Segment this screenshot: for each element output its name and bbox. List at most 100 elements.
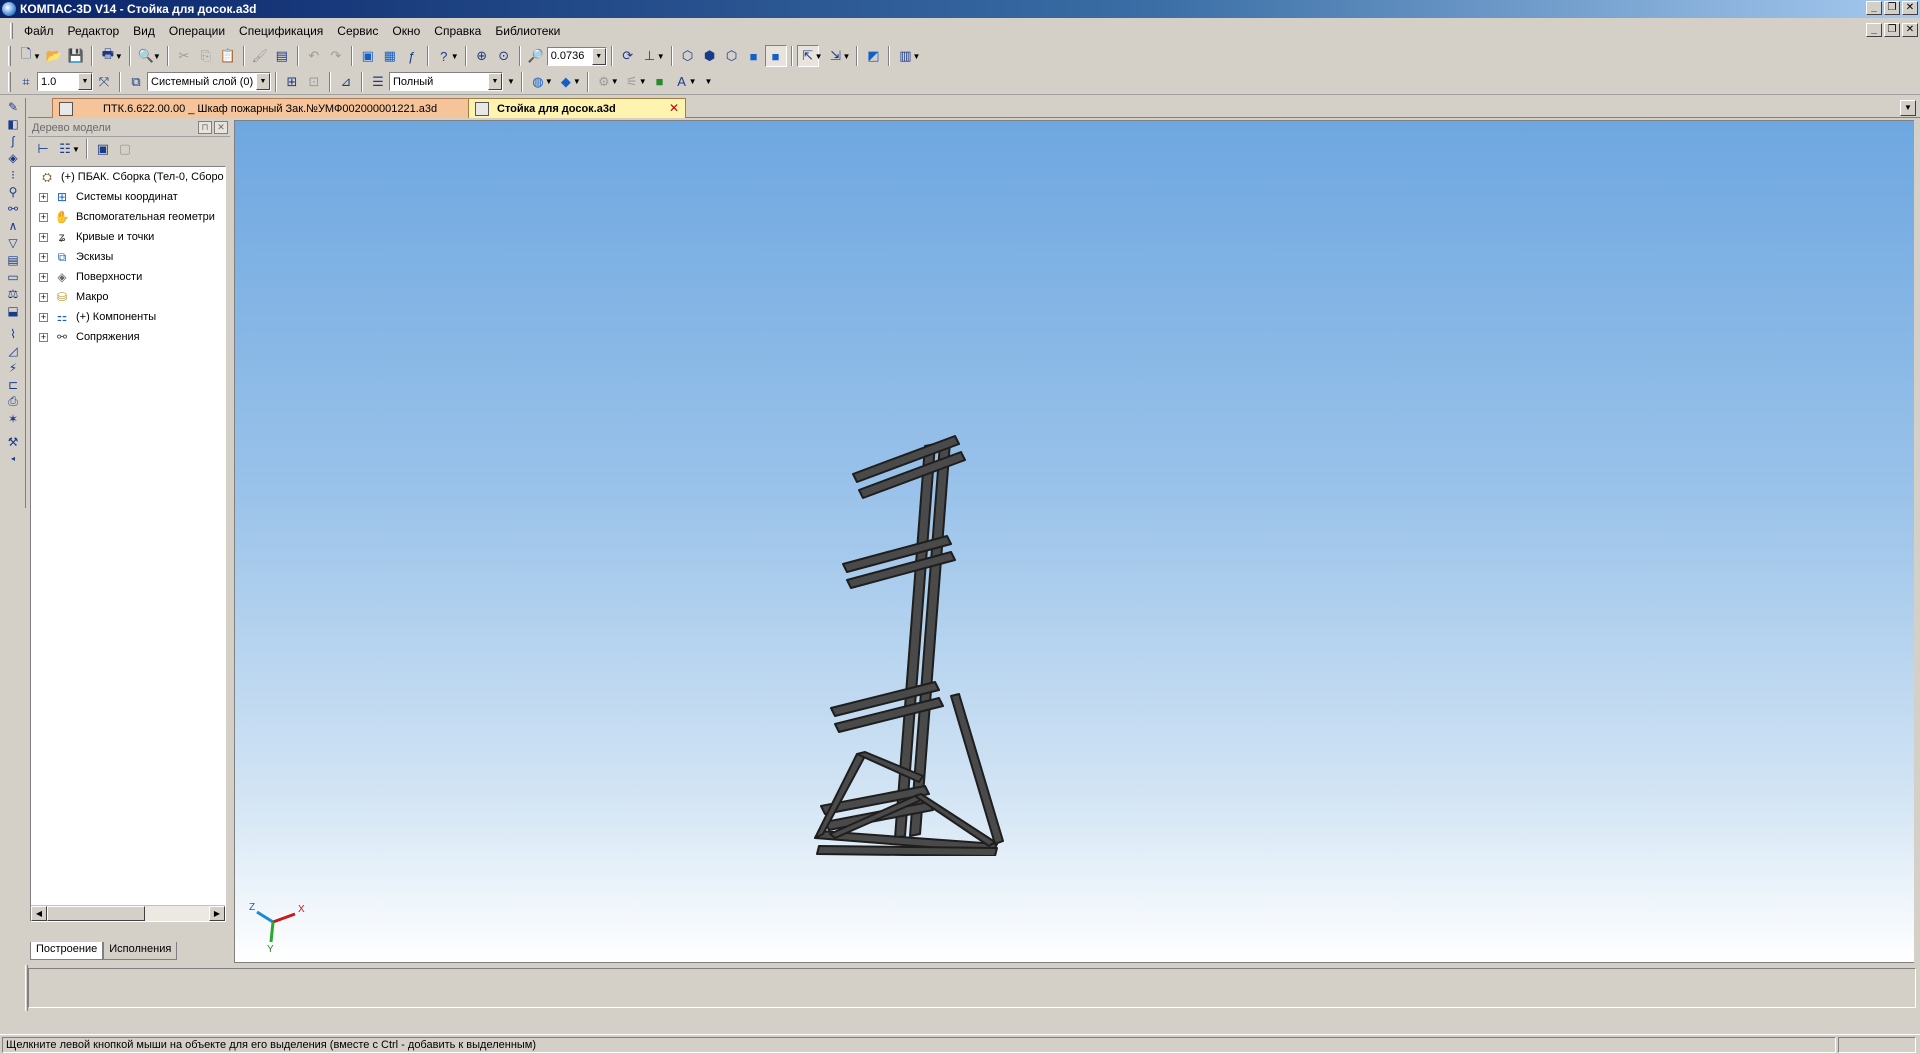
help-dropdown-icon[interactable]: ▼ [451, 52, 459, 61]
layer-combo[interactable]: Системный слой (0) ▼ [147, 72, 271, 91]
close-button[interactable]: ✕ [1902, 1, 1918, 15]
properties-grip[interactable] [25, 965, 28, 1011]
toolbar-grip[interactable] [8, 46, 11, 66]
tree-show-icon[interactable]: ▣ [92, 138, 114, 160]
redo-icon[interactable]: ↷ [325, 45, 347, 67]
panel-close-icon[interactable]: ✕ [214, 121, 228, 134]
expand-icon[interactable]: + [39, 232, 48, 242]
tab-cabinet-assembly[interactable]: ПТК.6.622.00.00 _ Шкаф пожарный Зак.№УМФ… [52, 98, 500, 118]
doc-minimize-button[interactable]: _ [1866, 23, 1882, 37]
dimension-dropdown-icon[interactable]: ▼ [689, 77, 697, 86]
style-combo[interactable]: Полный ▼ [389, 72, 503, 91]
tree-item-components[interactable]: + ⚏ (+) Компоненты [31, 307, 225, 327]
zoom-combo[interactable]: 0.0736 ▼ [546, 46, 607, 66]
halftone-icon[interactable]: ■ [743, 45, 765, 67]
close-tab-icon[interactable]: ✕ [669, 101, 679, 115]
tree-item-coordinate-systems[interactable]: + ⊞ Системы координат [31, 187, 225, 207]
minimize-button[interactable]: _ [1866, 1, 1882, 15]
menu-file[interactable]: Файл [17, 22, 61, 40]
gear-dropdown-icon[interactable]: ▼ [611, 77, 619, 86]
orient-cs-icon[interactable]: ⊡ [303, 71, 325, 93]
expand-icon[interactable]: + [39, 252, 48, 262]
surface-icon[interactable]: ◈ [2, 149, 24, 166]
tab-construction[interactable]: Построение [30, 942, 104, 960]
menu-help[interactable]: Справка [427, 22, 488, 40]
cursor-step-icon[interactable]: ⤧ [93, 71, 115, 93]
menu-service[interactable]: Сервис [330, 22, 385, 40]
section-icon[interactable]: ◩ [862, 45, 884, 67]
array-icon[interactable]: ⁝ [2, 166, 24, 183]
tree-order-icon[interactable]: ⊢ [32, 138, 54, 160]
tree-item-mates[interactable]: + ⚯ Сопряжения [31, 327, 225, 347]
green-cube-icon[interactable]: ■ [649, 71, 671, 93]
tree-item-macro[interactable]: + ⛁ Макро [31, 287, 225, 307]
tab-versions[interactable]: Исполнения [103, 942, 178, 960]
pipe-icon[interactable]: ⌇ [2, 325, 24, 342]
shading-dropdown-icon[interactable]: ▼ [545, 77, 553, 86]
properties-icon[interactable]: ▤ [271, 45, 293, 67]
toolbar2-extra-dropdown-icon[interactable]: ▼ [705, 77, 713, 86]
copy-icon[interactable]: ⎘ [195, 45, 217, 67]
new-dropdown-icon[interactable]: ▼ [33, 52, 41, 61]
expand-icon[interactable]: + [39, 212, 48, 222]
scroll-thumb[interactable] [47, 906, 145, 921]
measure-dropdown-icon[interactable]: ▼ [912, 52, 920, 61]
tree-horizontal-scrollbar[interactable]: ◀ ▶ [31, 905, 225, 921]
zoom-window-icon[interactable]: ⊕ [471, 45, 493, 67]
doc-close-button[interactable]: ✕ [1902, 23, 1918, 37]
layer-dropdown-icon[interactable]: ▼ [256, 73, 270, 90]
wireframe-icon[interactable]: ⬡ [677, 45, 699, 67]
step-combo[interactable]: 1.0 ▼ [37, 72, 93, 91]
add-component-icon[interactable]: ◧ [2, 115, 24, 132]
style-dropdown-icon[interactable]: ▼ [488, 73, 502, 90]
curve-icon[interactable]: ∫ [2, 132, 24, 149]
tree-item-aux-geometry[interactable]: + ✋ Вспомогательная геометри [31, 207, 225, 227]
aux-geometry-tool-icon[interactable]: ⚲ [2, 183, 24, 200]
tree-structure-dropdown-icon[interactable]: ▼ [72, 145, 80, 154]
tree-item-surfaces[interactable]: + ◈ Поверхности [31, 267, 225, 287]
spec-object-icon[interactable]: ▭ [2, 268, 24, 285]
cut-icon[interactable]: ✂ [173, 45, 195, 67]
menu-specification[interactable]: Спецификация [232, 22, 330, 40]
edit-assembly-icon[interactable]: ✎ [2, 98, 24, 115]
library-tool-icon[interactable]: ⚒ [2, 433, 24, 450]
scroll-left-icon[interactable]: ◀ [31, 906, 47, 921]
style-icon[interactable]: ☰ [367, 71, 389, 93]
preview-dropdown-icon[interactable]: ▼ [153, 52, 161, 61]
print-dropdown-icon[interactable]: ▼ [115, 52, 123, 61]
paste-icon[interactable]: 📋 [217, 45, 239, 67]
tree-item-curves[interactable]: + ʑ Кривые и точки [31, 227, 225, 247]
local-cs-icon[interactable]: ⊞ [281, 71, 303, 93]
step-dropdown-icon[interactable]: ▼ [78, 73, 92, 90]
expand-icon[interactable]: + [39, 332, 48, 342]
scroll-right-icon[interactable]: ▶ [209, 906, 225, 921]
color-dropdown-icon[interactable]: ▼ [573, 77, 581, 86]
menu-edit[interactable]: Редактор [61, 22, 127, 40]
selection-mode-dropdown-icon[interactable]: ▼ [843, 52, 851, 61]
filter-icon[interactable]: ▽ [2, 234, 24, 251]
collapse-arrow-icon[interactable]: ◂ [2, 450, 24, 467]
format-brush-icon[interactable]: 🖌 [249, 45, 271, 67]
undo-icon[interactable]: ↶ [303, 45, 325, 67]
rotate-icon[interactable]: ⟳ [617, 45, 639, 67]
dimension-tool-icon[interactable]: ∧ [2, 217, 24, 234]
mate-tool-icon[interactable]: ⚯ [2, 200, 24, 217]
menu-operations[interactable]: Операции [162, 22, 232, 40]
tab-board-stand[interactable]: Стойка для досок.a3d ✕ [468, 98, 686, 118]
layer-icon[interactable]: ⧉ [125, 71, 147, 93]
manager-icon[interactable]: ▣ [357, 45, 379, 67]
sheet-metal-icon[interactable]: ⬓ [2, 302, 24, 319]
3d-viewport[interactable]: X Z Y [234, 120, 1914, 963]
tab-list-dropdown-icon[interactable]: ▼ [1900, 100, 1916, 116]
hierarchy-dropdown-icon[interactable]: ▼ [639, 77, 647, 86]
doc-restore-button[interactable]: ❐ [1884, 23, 1900, 37]
toolbar2-grip[interactable] [8, 71, 11, 92]
explode-icon[interactable]: ✶ [2, 410, 24, 427]
sketch-tool-icon[interactable]: ◿ [2, 342, 24, 359]
menu-libraries[interactable]: Библиотеки [488, 22, 567, 40]
select-filter-dropdown-icon[interactable]: ▼ [815, 52, 823, 61]
library-manager-icon[interactable]: ▦ [379, 45, 401, 67]
zoom-all-icon[interactable]: ⊙ [493, 45, 515, 67]
halftone-edges-icon[interactable]: ■ [764, 45, 787, 67]
expand-icon[interactable]: + [39, 272, 48, 282]
